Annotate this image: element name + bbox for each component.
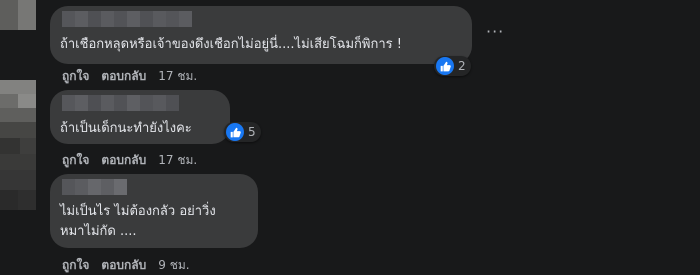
- reaction-summary[interactable]: 2: [434, 56, 471, 76]
- reaction-count: 5: [248, 125, 256, 139]
- like-icon: [436, 57, 454, 75]
- comment-text-line-2: หมาไม่กัด ....: [60, 224, 137, 239]
- author-name[interactable]: [62, 11, 192, 27]
- reply-button[interactable]: ตอบกลับ: [101, 256, 146, 275]
- comment-text: ไม่เป็นไร ไม่ต้องกลัว อย่าวิ่ง: [60, 204, 216, 219]
- comment-actions: ถูกใจ ตอบกลับ 9 ชม.: [62, 256, 190, 275]
- avatar[interactable]: [0, 80, 36, 122]
- like-button[interactable]: ถูกใจ: [62, 256, 89, 275]
- like-button[interactable]: ถูกใจ: [62, 151, 89, 170]
- reply-button[interactable]: ตอบกลับ: [101, 151, 146, 170]
- comment-3: ไม่เป็นไร ไม่ต้องกลัว อย่าวิ่ง หมาไม่กัด…: [0, 170, 700, 275]
- more-options-icon[interactable]: ···: [486, 22, 504, 41]
- comment-bubble: ถ้าเป็นเด็กนะทำยังไงคะ: [50, 90, 230, 144]
- comment-actions: ถูกใจ ตอบกลับ 17 ชม.: [62, 151, 197, 170]
- avatar-lower: [0, 122, 36, 170]
- avatar[interactable]: [0, 0, 36, 30]
- comment-text: ถ้าเป็นเด็กนะทำยังไงคะ: [60, 121, 192, 136]
- comment-1: ถ้าเชือกหลุดหรือเจ้าของดึงเชือกไม่อยู่นี…: [0, 0, 700, 90]
- comment-bubble: ไม่เป็นไร ไม่ต้องกลัว อย่าวิ่ง หมาไม่กัด…: [50, 174, 258, 248]
- comment-2: ถ้าเป็นเด็กนะทำยังไงคะ 5 ถูกใจ ตอบกลับ 1…: [0, 80, 700, 170]
- timestamp[interactable]: 9 ชม.: [158, 256, 189, 275]
- like-icon: [226, 123, 244, 141]
- comment-bubble: ถ้าเชือกหลุดหรือเจ้าของดึงเชือกไม่อยู่นี…: [50, 6, 472, 64]
- reaction-count: 2: [458, 59, 466, 73]
- avatar[interactable]: [0, 170, 36, 210]
- author-name[interactable]: [62, 179, 127, 195]
- author-name[interactable]: [62, 95, 179, 111]
- reaction-summary[interactable]: 5: [224, 122, 261, 142]
- timestamp[interactable]: 17 ชม.: [158, 151, 197, 170]
- comment-text: ถ้าเชือกหลุดหรือเจ้าของดึงเชือกไม่อยู่นี…: [60, 37, 402, 52]
